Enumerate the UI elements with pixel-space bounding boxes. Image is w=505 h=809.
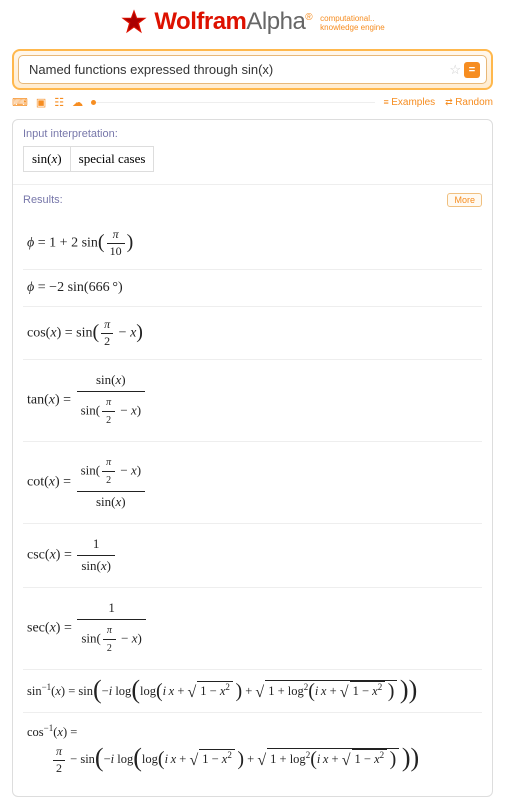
examples-link[interactable]: Examples <box>383 97 435 108</box>
formula-sec: sec(x) = 1sin(π2 − x) <box>23 588 482 670</box>
more-button[interactable]: More <box>447 193 482 207</box>
favorite-icon[interactable]: ☆ <box>446 62 464 78</box>
upload-icon[interactable]: ☁ <box>72 96 83 109</box>
formula-csc: csc(x) = 1sin(x) <box>23 524 482 588</box>
formula-cot: cot(x) = sin(π2 − x)sin(x) <box>23 442 482 524</box>
image-input-icon[interactable]: ▣ <box>36 96 46 109</box>
formula-phi-1: ϕ = 1 + 2 sin(π10) <box>23 217 482 270</box>
formula-arccos: cos−1(x) = π2 − sin(−i log(log(i x + √1 … <box>23 713 482 786</box>
formula-arcsin: sin−1(x) = sin(−i log(log(i x + √1 − x2 … <box>23 670 482 713</box>
formula-phi-2: ϕ = −2 sin(666 °) <box>23 270 482 307</box>
header: WolframAlpha® computational..knowledge e… <box>0 0 505 45</box>
search-container: ☆ = <box>12 49 493 90</box>
formula-list: ϕ = 1 + 2 sin(π10) ϕ = −2 sin(666 °) cos… <box>13 213 492 796</box>
formula-cos: cos(x) = sin(π2 − x) <box>23 307 482 360</box>
toolbar: ⌨ ▣ ☷ ☁ Examples Random <box>12 96 493 109</box>
keyboard-icon[interactable]: ⌨ <box>12 96 28 109</box>
interpretation-box: sin(x) special cases <box>23 146 154 172</box>
logo-text: WolframAlpha® <box>154 8 312 36</box>
results-header: Results: More <box>13 185 492 213</box>
tagline: computational..knowledge engine <box>320 15 385 33</box>
submit-button[interactable]: = <box>464 62 480 78</box>
interp-cell-qualifier: special cases <box>71 147 154 171</box>
data-input-icon[interactable]: ☷ <box>54 96 64 109</box>
random-link[interactable]: Random <box>445 97 493 108</box>
interp-cell-function: sin(x) <box>24 147 71 171</box>
input-interpretation-header: Input interpretation: <box>13 120 492 146</box>
formula-tan: tan(x) = sin(x)sin(π2 − x) <box>23 360 482 442</box>
search-input[interactable] <box>25 60 446 79</box>
result-panel: Input interpretation: sin(x) special cas… <box>12 119 493 797</box>
wolfram-logo-icon <box>120 8 148 36</box>
